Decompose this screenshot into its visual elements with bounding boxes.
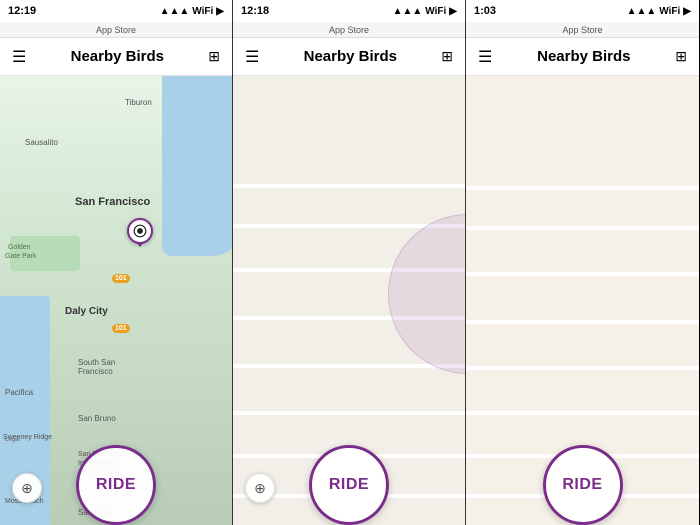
grid-icon-2[interactable]: ⊞ (441, 48, 453, 65)
status-time-2: 12:18 (241, 5, 269, 17)
san-bruno-label: San Bruno (78, 414, 116, 423)
grid-icon-3[interactable]: ⊞ (675, 48, 687, 65)
status-icons-1: ▲▲▲ WiFi ▶ (160, 6, 224, 17)
sf-label-1: San Francisco (75, 196, 150, 208)
grid-icon-1[interactable]: ⊞ (208, 48, 220, 65)
hwy-101-badge2: 101 (112, 324, 130, 333)
street-3-h2 (466, 226, 699, 230)
appstore-text-1: App Store (96, 25, 136, 35)
phone-panel-3: 1:03 ▲▲▲ WiFi ▶ App Store ☰ Nearby Birds… (466, 0, 699, 525)
daly-city-label: Daly City (65, 306, 108, 317)
tiburon-label: Tiburon (125, 98, 152, 107)
battery-icon-3: ▶ (683, 6, 691, 17)
appstore-bar-3: App Store (466, 22, 699, 38)
bottom-controls-1: RIDE (0, 445, 232, 525)
street-3-h4 (466, 320, 699, 324)
appstore-bar-2: App Store (233, 22, 465, 38)
street-3-h3 (466, 272, 699, 276)
signal-icon-2: ▲▲▲ (393, 6, 423, 17)
status-bar-3: 1:03 ▲▲▲ WiFi ▶ (466, 0, 699, 22)
nav-bar-2: ☰ Nearby Birds ⊞ (233, 38, 465, 76)
legal-text-1: Legal (5, 437, 20, 443)
nav-bar-3: ☰ Nearby Birds ⊞ (466, 38, 699, 76)
phone-panel-2: 12:18 ▲▲▲ WiFi ▶ App Store ☰ Nearby Bird… (233, 0, 466, 525)
pacifica-label: Pacifica (5, 388, 33, 397)
ride-button-2[interactable]: RIDE (309, 445, 389, 525)
appstore-bar-1: App Store (0, 22, 232, 38)
signal-icon-3: ▲▲▲ (627, 6, 657, 17)
status-icons-2: ▲▲▲ WiFi ▶ (393, 6, 457, 17)
battery-icon-1: ▶ (216, 6, 224, 17)
bird-marker-1[interactable] (127, 218, 153, 244)
wifi-icon-3: WiFi (659, 6, 680, 17)
golden-gate-label: Golden (8, 244, 31, 251)
wifi-icon-2: WiFi (425, 6, 446, 17)
street-3-h1 (466, 186, 699, 190)
appstore-text-2: App Store (329, 25, 369, 35)
bottom-controls-3: RIDE (466, 445, 699, 525)
hwy-101-badge: 101 (112, 274, 130, 283)
street-h-1 (233, 184, 465, 188)
status-time-1: 12:19 (8, 5, 36, 17)
south-sf-label: South San (78, 358, 115, 367)
ride-button-3[interactable]: RIDE (543, 445, 623, 525)
status-icons-3: ▲▲▲ WiFi ▶ (627, 6, 691, 17)
map-area-1[interactable]: Tiburon Sausalito San Francisco Golden G… (0, 76, 232, 525)
bottom-controls-2: RIDE (233, 445, 465, 525)
status-time-3: 1:03 (474, 5, 496, 17)
hamburger-icon-2[interactable]: ☰ (245, 47, 259, 67)
status-bar-1: 12:19 ▲▲▲ WiFi ▶ (0, 0, 232, 22)
nav-title-2: Nearby Birds (304, 48, 397, 65)
status-bar-2: 12:18 ▲▲▲ WiFi ▶ (233, 0, 465, 22)
south-sf-label2: Francisco (78, 367, 113, 376)
hamburger-icon-3[interactable]: ☰ (478, 47, 492, 67)
wifi-icon-1: WiFi (192, 6, 213, 17)
signal-icon-1: ▲▲▲ (160, 6, 190, 17)
map-area-2[interactable]: SoulCycle – SoMa Yank Sing Sonoma Colleg… (233, 76, 465, 525)
nav-title-3: Nearby Birds (537, 48, 630, 65)
appstore-text-3: App Store (562, 25, 602, 35)
street-h-6 (233, 411, 465, 415)
street-3-h5 (466, 366, 699, 370)
map-area-3[interactable]: Perilla Sta... Sausalito Cafe 1st... Sun… (466, 76, 699, 525)
hamburger-icon-1[interactable]: ☰ (12, 47, 26, 67)
nav-bar-1: ☰ Nearby Birds ⊞ (0, 38, 232, 76)
sausalito-label: Sausalito (25, 138, 58, 147)
nav-title-1: Nearby Birds (71, 48, 164, 65)
phone-panel-1: 12:19 ▲▲▲ WiFi ▶ App Store ☰ Nearby Bird… (0, 0, 233, 525)
street-3-h6 (466, 411, 699, 415)
water-bay-1 (162, 76, 232, 256)
ride-button-1[interactable]: RIDE (76, 445, 156, 525)
golden-gate-label2: Gate Park (5, 253, 37, 260)
battery-icon-2: ▶ (449, 6, 457, 17)
